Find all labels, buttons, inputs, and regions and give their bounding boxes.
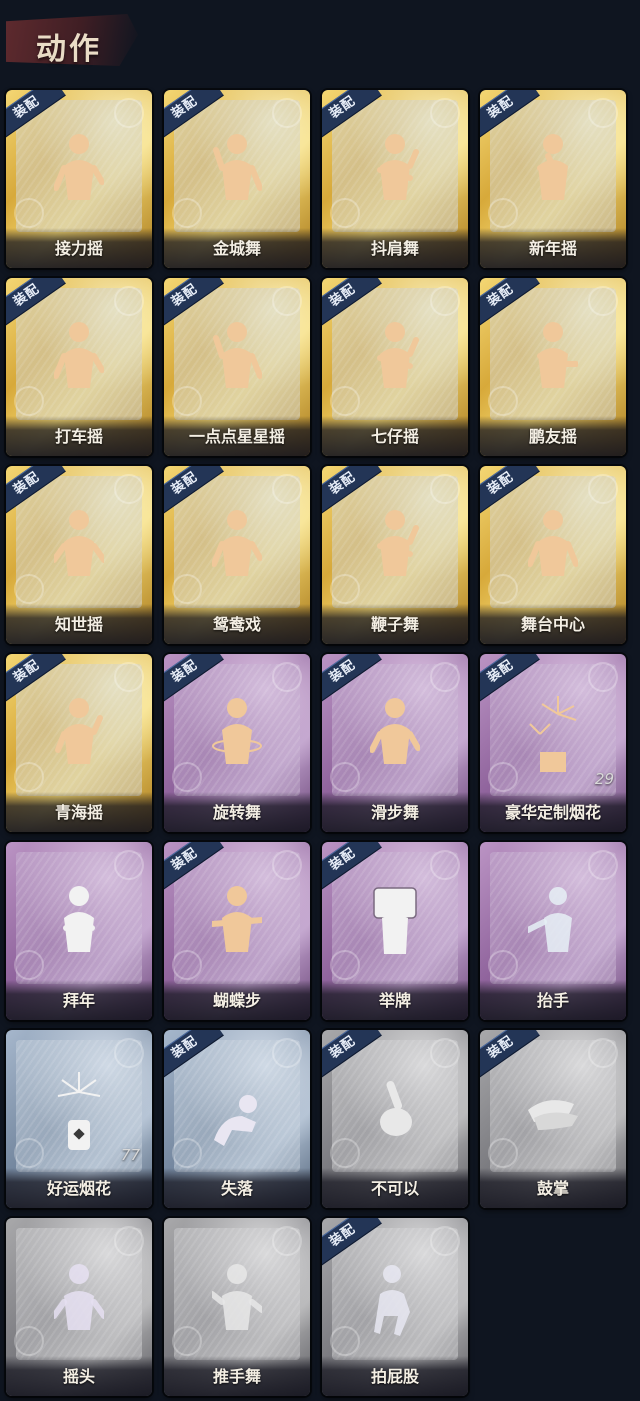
dancer-figure-icon bbox=[54, 134, 104, 200]
emote-card[interactable]: 鼓掌 装配 bbox=[480, 1030, 626, 1208]
emote-name: 鹏友摇 bbox=[528, 427, 577, 446]
dancer-figure-icon bbox=[377, 510, 419, 576]
emote-card[interactable]: 摇头 bbox=[6, 1218, 152, 1396]
emote-name: 打车摇 bbox=[54, 427, 103, 446]
emote-card[interactable]: 77 好运烟花 bbox=[6, 1030, 152, 1208]
emote-name: 鸳鸯戏 bbox=[212, 615, 261, 634]
emote-card[interactable]: 七仔摇 装配 bbox=[322, 278, 468, 456]
emote-name: 不可以 bbox=[370, 1179, 419, 1198]
push-hands-figure-icon bbox=[212, 1264, 262, 1330]
emote-name: 豪华定制烟花 bbox=[504, 803, 601, 822]
emote-card[interactable]: 舞台中心 装配 bbox=[480, 466, 626, 644]
emote-grid: 接力摇 装配 金城舞 装配 抖肩舞 装配 新年摇 装配 打车摇 装配 一点点星星… bbox=[0, 0, 640, 1401]
emote-name: 知世摇 bbox=[54, 615, 103, 634]
emote-name: 七仔摇 bbox=[370, 427, 419, 446]
emote-name: 抬手 bbox=[536, 991, 569, 1010]
emote-name: 举牌 bbox=[378, 991, 411, 1010]
dancer-figure-icon bbox=[213, 322, 262, 388]
emote-card[interactable]: 旋转舞 装配 bbox=[164, 654, 310, 832]
emote-name: 青海摇 bbox=[54, 803, 103, 822]
emote-name: 拍屁股 bbox=[370, 1367, 419, 1386]
emote-name: 一点点星星摇 bbox=[188, 427, 285, 446]
emote-card[interactable]: 滑步舞 装配 bbox=[322, 654, 468, 832]
clapping-hands-icon bbox=[528, 1100, 578, 1130]
dancer-figure-icon bbox=[537, 322, 578, 388]
dancer-figure-icon bbox=[377, 134, 419, 200]
emote-name: 好运烟花 bbox=[46, 1179, 111, 1198]
emote-card[interactable]: 青海摇 装配 bbox=[6, 654, 152, 832]
emote-name: 蝴蝶步 bbox=[212, 991, 261, 1010]
emote-name: 抖肩舞 bbox=[370, 239, 419, 258]
dancer-figure-icon bbox=[377, 322, 419, 388]
emote-card[interactable]: 金城舞 装配 bbox=[164, 90, 310, 268]
emote-name: 金城舞 bbox=[212, 239, 261, 258]
emote-name: 舞台中心 bbox=[520, 615, 585, 634]
dancer-figure-icon bbox=[55, 698, 103, 764]
emote-name: 接力摇 bbox=[54, 239, 103, 258]
spinning-dancer-icon bbox=[212, 698, 262, 764]
emote-card[interactable]: 抬手 bbox=[480, 842, 626, 1020]
wagging-finger-icon bbox=[380, 1080, 412, 1136]
emote-card[interactable]: 鞭子舞 装配 bbox=[322, 466, 468, 644]
butt-slap-figure-icon bbox=[374, 1265, 410, 1336]
emote-card[interactable]: 推手舞 bbox=[164, 1218, 310, 1396]
emote-card[interactable]: 不可以 装配 bbox=[322, 1030, 468, 1208]
dancer-figure-icon bbox=[370, 698, 420, 764]
emote-card[interactable]: 举牌 装配 bbox=[322, 842, 468, 1020]
emote-card[interactable]: 蝴蝶步 装配 bbox=[164, 842, 310, 1020]
emote-name: 鞭子舞 bbox=[370, 615, 419, 634]
emote-card[interactable]: 拍屁股 装配 bbox=[322, 1218, 468, 1396]
emote-name: 滑步舞 bbox=[370, 803, 419, 822]
emote-card[interactable]: 鸳鸯戏 装配 bbox=[164, 466, 310, 644]
emote-card[interactable]: 接力摇 装配 bbox=[6, 90, 152, 268]
emote-card[interactable]: 拜年 bbox=[6, 842, 152, 1020]
emote-card[interactable]: 鹏友摇 装配 bbox=[480, 278, 626, 456]
kneeling-figure-icon bbox=[214, 1095, 257, 1146]
dancer-figure-icon bbox=[212, 886, 262, 952]
emote-card[interactable]: 一点点星星摇 装配 bbox=[164, 278, 310, 456]
dancer-figure-icon bbox=[213, 134, 262, 200]
emote-name: 失落 bbox=[220, 1179, 253, 1198]
emote-name: 推手舞 bbox=[212, 1367, 261, 1386]
emote-name: 拜年 bbox=[62, 991, 95, 1010]
dancer-figure-icon bbox=[212, 510, 262, 576]
dancer-figure-icon bbox=[528, 510, 578, 576]
emote-name: 摇头 bbox=[62, 1367, 95, 1386]
item-count: 77 bbox=[120, 1146, 140, 1164]
raising-hand-figure-icon bbox=[528, 887, 572, 952]
dancer-figure-icon bbox=[537, 134, 568, 200]
firework-icon bbox=[529, 696, 577, 772]
emote-name: 新年摇 bbox=[528, 239, 577, 258]
emote-card[interactable]: 失落 装配 bbox=[164, 1030, 310, 1208]
dancer-figure-icon bbox=[54, 322, 104, 388]
item-count: 29 bbox=[594, 770, 614, 788]
head-shaking-figure-icon bbox=[54, 1264, 104, 1330]
bowing-figure-icon bbox=[63, 886, 95, 952]
emote-card[interactable]: 打车摇 装配 bbox=[6, 278, 152, 456]
sign-holding-figure-icon bbox=[373, 887, 417, 954]
firework-icon bbox=[57, 1072, 101, 1150]
emote-card[interactable]: 新年摇 装配 bbox=[480, 90, 626, 268]
dancer-figure-icon bbox=[54, 510, 104, 576]
emote-card[interactable]: 知世摇 装配 bbox=[6, 466, 152, 644]
emote-name: 旋转舞 bbox=[212, 803, 261, 822]
emote-name: 鼓掌 bbox=[536, 1179, 569, 1198]
emote-card[interactable]: 抖肩舞 装配 bbox=[322, 90, 468, 268]
emote-card[interactable]: 29 豪华定制烟花 装配 bbox=[480, 654, 626, 832]
